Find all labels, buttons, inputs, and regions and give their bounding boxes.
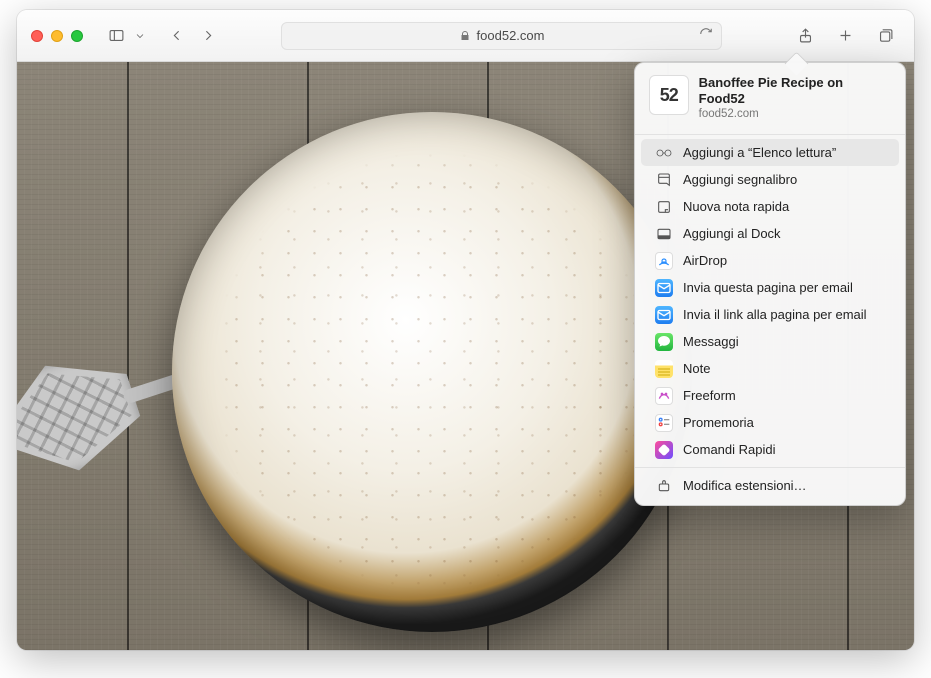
mail-icon: [655, 306, 673, 324]
share-item-label: Modifica estensioni…: [683, 478, 807, 493]
share-item-label: Nuova nota rapida: [683, 199, 789, 214]
reload-button[interactable]: [699, 27, 713, 44]
share-item-edit-extensions[interactable]: Modifica estensioni…: [641, 472, 899, 499]
back-button[interactable]: [161, 23, 191, 49]
share-item-label: Messaggi: [683, 334, 739, 349]
shortcuts-icon: [655, 441, 673, 459]
share-item-reading-list[interactable]: Aggiungi a “Elenco lettura”: [641, 139, 899, 166]
share-item-label: Promemoria: [683, 415, 754, 430]
new-tab-button[interactable]: [830, 23, 860, 49]
fullscreen-window-button[interactable]: [71, 30, 83, 42]
close-window-button[interactable]: [31, 30, 43, 42]
share-item-quick-note[interactable]: Nuova nota rapida: [641, 193, 899, 220]
share-item-email-page[interactable]: Invia questa pagina per email: [641, 274, 899, 301]
share-item-messages[interactable]: Messaggi: [641, 328, 899, 355]
share-item-airdrop[interactable]: AirDrop: [641, 247, 899, 274]
sidebar-menu-chevron-icon[interactable]: [131, 23, 149, 49]
freeform-icon: [655, 387, 673, 405]
address-bar[interactable]: food52.com: [281, 22, 722, 50]
safari-window: food52.com 52 Banoffee: [17, 10, 914, 650]
extension-icon: [655, 477, 673, 495]
share-item-email-link[interactable]: Invia il link alla pagina per email: [641, 301, 899, 328]
share-item-label: Aggiungi segnalibro: [683, 172, 797, 187]
reading-list-icon: [655, 144, 673, 162]
share-item-label: Note: [683, 361, 710, 376]
mail-icon: [655, 279, 673, 297]
reminders-icon: [655, 414, 673, 432]
share-header: 52 Banoffee Pie Recipe on Food52 food52.…: [635, 73, 905, 130]
titlebar: food52.com: [17, 10, 914, 62]
share-item-add-to-dock[interactable]: Aggiungi al Dock: [641, 220, 899, 247]
notes-icon: [655, 360, 673, 378]
window-controls: [31, 30, 83, 42]
share-item-bookmark[interactable]: Aggiungi segnalibro: [641, 166, 899, 193]
address-bar-text: food52.com: [477, 28, 545, 43]
messages-icon: [655, 333, 673, 351]
share-item-shortcuts[interactable]: Comandi Rapidi: [641, 436, 899, 463]
share-item-freeform[interactable]: Freeform: [641, 382, 899, 409]
share-item-label: Freeform: [683, 388, 736, 403]
share-popover: 52 Banoffee Pie Recipe on Food52 food52.…: [634, 62, 906, 506]
share-item-label: Invia questa pagina per email: [683, 280, 853, 295]
quick-note-icon: [655, 198, 673, 216]
lock-icon: [459, 30, 471, 42]
share-title: Banoffee Pie Recipe on Food52: [699, 75, 891, 106]
share-subtitle: food52.com: [699, 108, 891, 120]
share-item-label: Aggiungi a “Elenco lettura”: [683, 145, 836, 160]
tab-overview-button[interactable]: [870, 23, 900, 49]
sidebar-toggle-button[interactable]: [101, 23, 131, 49]
pie-image: [172, 112, 692, 632]
share-item-label: Comandi Rapidi: [683, 442, 776, 457]
share-item-label: Aggiungi al Dock: [683, 226, 781, 241]
dock-icon: [655, 225, 673, 243]
airdrop-icon: [655, 252, 673, 270]
forward-button[interactable]: [193, 23, 223, 49]
share-button[interactable]: [790, 23, 820, 49]
share-item-label: Invia il link alla pagina per email: [683, 307, 867, 322]
site-favicon: 52: [649, 75, 689, 115]
share-item-reminders[interactable]: Promemoria: [641, 409, 899, 436]
share-item-label: AirDrop: [683, 253, 727, 268]
bookmark-icon: [655, 171, 673, 189]
separator: [635, 467, 905, 468]
minimize-window-button[interactable]: [51, 30, 63, 42]
separator: [635, 134, 905, 135]
share-item-notes[interactable]: Note: [641, 355, 899, 382]
